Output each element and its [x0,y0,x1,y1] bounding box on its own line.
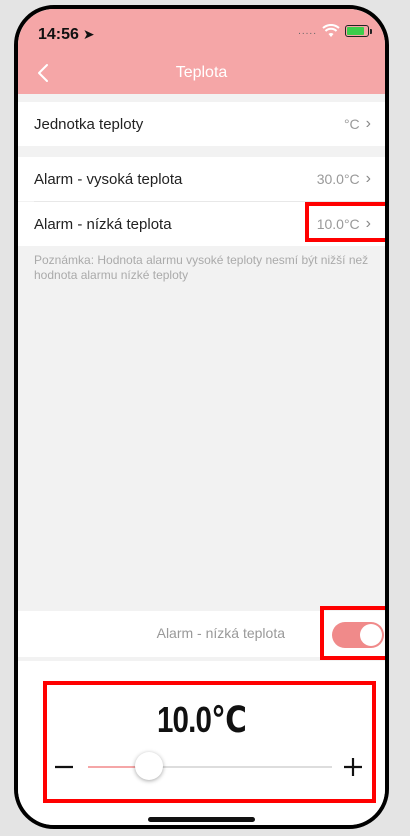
row-value: °C [343,116,360,132]
status-bar-icons: ..... [298,24,372,38]
signal-icon: ..... [298,25,317,37]
row-value: 30.0°C [316,171,360,187]
note-text: Poznámka: Hodnota alarmu vysoké teploty … [34,253,369,282]
status-bar-time: 14:56 ➤ [38,26,95,44]
highlight-box-picker [43,681,376,803]
wifi-icon [322,24,340,37]
row-high-temp-alarm[interactable]: Alarm - vysoká teplota 30.0°C › [18,157,385,201]
highlight-box-toggle [320,606,385,660]
home-indicator [148,817,255,822]
chevron-right-icon: › [365,115,371,132]
chevron-right-icon: › [365,170,371,187]
phone-frame: 14:56 ➤ ..... Teplota Jednotka teploty °C… [14,5,389,829]
battery-charging-icon [345,25,372,37]
highlight-box-low-value [305,202,385,242]
row-label: Alarm - vysoká teplota [34,170,183,188]
page-title: Teplota [175,64,228,81]
location-arrow-icon: ➤ [82,26,95,42]
row-label: Jednotka teploty [34,115,144,133]
row-temperature-unit[interactable]: Jednotka teploty °C › [18,102,385,146]
toggle-label: Alarm - nízká teplota [156,625,285,641]
header: 14:56 ➤ ..... Teplota [18,9,385,94]
row-label: Alarm - nízká teplota [34,215,172,233]
time-text: 14:56 [38,26,79,43]
